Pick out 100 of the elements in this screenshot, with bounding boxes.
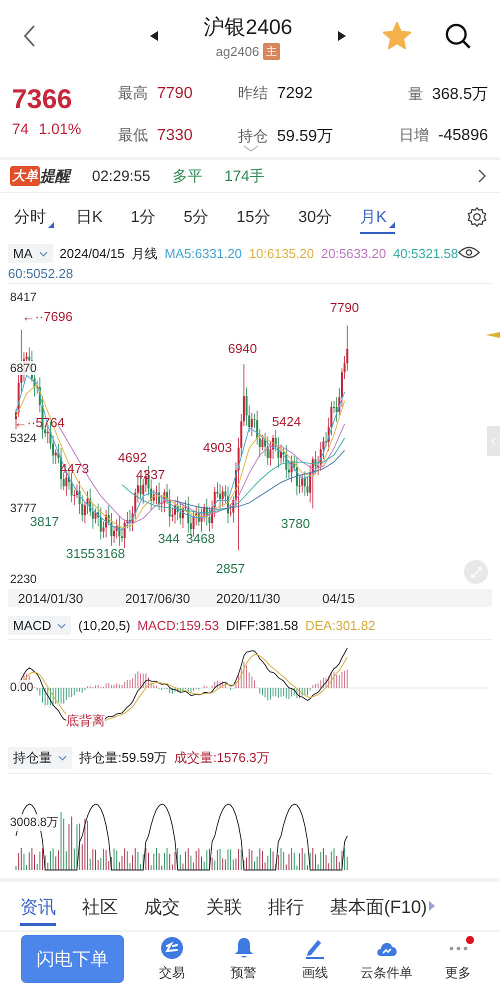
volume-value: 成交量:1576.3万 <box>174 749 270 767</box>
indicator-dropdown[interactable]: MA <box>8 244 52 263</box>
period-tab[interactable]: 1分 <box>130 200 156 234</box>
side-handle[interactable] <box>487 426 500 456</box>
stat-value: 7330 <box>157 126 193 144</box>
y-axis-label: 5324 <box>10 430 37 445</box>
stat-label: 日增 <box>399 126 430 144</box>
x-axis-label: 2014/01/30 <box>18 590 84 606</box>
indicator-dropdown[interactable]: MACD <box>8 616 72 635</box>
chevron-left-icon <box>491 436 496 446</box>
stat-value: 7790 <box>157 85 193 103</box>
y-axis-label: 3777 <box>10 501 37 516</box>
previous-icon[interactable] <box>150 31 158 41</box>
stat-label: 最低 <box>118 126 148 144</box>
main-badge: 主 <box>263 42 280 60</box>
last-price: 7366 <box>12 84 74 115</box>
chart-period: 月线 <box>132 244 158 262</box>
price-annotation: 4903 <box>203 440 232 455</box>
stat-label: 昨结 <box>238 84 268 103</box>
alert-title: 提醒 <box>40 166 70 186</box>
divergence-label: 底背离 <box>66 712 105 730</box>
period-tab[interactable]: 日K <box>76 200 103 234</box>
change-percent: 1.01% <box>38 121 82 138</box>
period-tab[interactable]: 5分 <box>184 200 208 234</box>
dropdown-corner-icon <box>48 222 54 228</box>
alert-volume: 174手 <box>224 166 264 186</box>
macd-value: MACD:159.53 <box>137 618 219 633</box>
alert-tag: 大单 <box>10 166 40 186</box>
eye-icon[interactable] <box>458 246 480 259</box>
chart-date: 2024/04/15 <box>60 246 125 261</box>
back-icon[interactable] <box>22 24 36 48</box>
price-annotation: 3155 <box>66 546 95 561</box>
toolbar-button[interactable]: 预警 <box>208 936 280 982</box>
toolbar-button[interactable]: 交易 <box>136 936 208 982</box>
price-annotation: ←··7696 <box>22 309 73 324</box>
stat-label: 最高 <box>118 84 148 103</box>
price-annotation: 5424 <box>272 414 301 429</box>
next-icon[interactable] <box>338 31 346 41</box>
macd-value: DEA:301.82 <box>305 618 376 633</box>
contract-code: ag2406 <box>216 44 260 58</box>
zero-label: 0.00 <box>10 680 34 694</box>
info-tab[interactable]: 基本面(F10) <box>330 886 428 926</box>
ma-value: MA5:6331.20 <box>164 246 242 261</box>
caret-icon <box>38 250 48 256</box>
toolbar-button[interactable]: 云条件单 <box>350 936 422 982</box>
price-annotation: 4692 <box>118 450 147 465</box>
x-axis-label: 04/15 <box>322 590 355 606</box>
arrow-marker-icon <box>486 332 500 338</box>
info-tab[interactable]: 排行 <box>268 886 304 926</box>
macd-value: DIFF:381.58 <box>226 618 298 633</box>
more-icon <box>448 946 468 951</box>
price-annotation: 3168 <box>96 546 125 561</box>
caret-icon <box>57 622 66 628</box>
alert-time: 02:29:55 <box>92 168 150 184</box>
price-annotation: 2857 <box>216 561 245 576</box>
toolbar-button[interactable]: 画线 <box>279 936 351 982</box>
ma-value: 10:6135.20 <box>248 246 314 261</box>
y-axis-label: 2230 <box>10 572 37 586</box>
info-tab[interactable]: 成交 <box>144 886 180 926</box>
caret-icon <box>58 755 67 761</box>
search-icon[interactable] <box>444 22 472 50</box>
stat-value: 59.59万 <box>277 126 334 146</box>
period-tab[interactable]: 15分 <box>236 200 270 234</box>
price-annotation: 7790 <box>330 300 359 315</box>
y-axis-label: 3008.8万 <box>10 814 59 831</box>
price-annotation: 6940 <box>228 341 257 356</box>
y-axis-label: 8417 <box>10 290 37 304</box>
ma-value: 20:5633.20 <box>321 246 386 261</box>
x-axis-label: 2020/11/30 <box>216 590 280 606</box>
dropdown-corner-icon <box>388 222 395 228</box>
stat-label: 量 <box>408 85 423 104</box>
period-tab[interactable]: 月K <box>360 200 395 234</box>
stat-value: -45896 <box>438 126 488 144</box>
stat-value: 368.5万 <box>432 85 488 105</box>
macd-params: (10,20,5) <box>78 618 130 633</box>
stat-value: 7292 <box>277 85 313 103</box>
ma-value: 40:5321.58 <box>393 246 458 261</box>
price-annotation: 3780 <box>281 516 310 531</box>
star-icon[interactable] <box>382 21 412 51</box>
x-axis-label: 2017/06/30 <box>125 590 190 606</box>
info-tab[interactable]: 资讯 <box>20 886 56 926</box>
toolbar-button[interactable]: 更多 <box>422 936 494 982</box>
info-tab[interactable]: 社区 <box>82 886 118 926</box>
price-change: 74 <box>12 121 29 138</box>
price-annotation: 344 <box>158 531 180 546</box>
y-axis-label: 6870 <box>10 360 37 374</box>
indicator-dropdown[interactable]: 持仓量 <box>8 747 72 769</box>
period-tab[interactable]: 30分 <box>298 200 332 234</box>
alert-action: 多平 <box>172 166 202 186</box>
chevron-right-icon <box>478 169 486 183</box>
period-tab[interactable]: 分时 <box>14 200 54 234</box>
price-annotation: 3468 <box>186 531 215 546</box>
alert-bar[interactable]: 大单提醒 02:29:55 多平 174手 <box>0 160 500 193</box>
swap-icon <box>160 936 184 960</box>
quick-order-button[interactable]: 闪电下单 <box>21 935 124 983</box>
info-tab[interactable]: 关联 <box>206 886 242 926</box>
open-interest-value: 持仓量:59.59万 <box>79 749 168 767</box>
settings-icon[interactable] <box>466 206 488 228</box>
price-annotation: 3817 <box>30 514 59 529</box>
stat-label: 持仓 <box>238 126 268 146</box>
